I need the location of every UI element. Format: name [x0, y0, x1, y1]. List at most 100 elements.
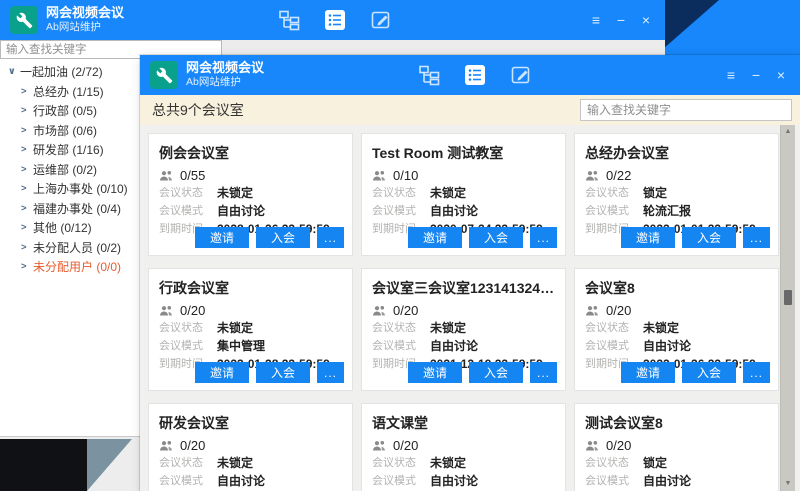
back-toolbar-icons — [278, 9, 392, 31]
status-label: 会议状态 — [159, 456, 217, 471]
app-logo — [10, 6, 38, 34]
scrollbar-thumb[interactable] — [784, 290, 792, 305]
tree-chevron-icon[interactable]: > — [21, 222, 33, 233]
participant-count: 0/20 — [393, 303, 418, 318]
org-tree: ∨ 一起加油 (2/72) > 总经办 (1/15) > 行政部 (0/5) >… — [0, 62, 140, 277]
tree-chevron-icon[interactable]: > — [21, 125, 33, 136]
app-title-block: 网会视频会议 Ab网站维护 — [46, 5, 124, 34]
app-title: 网会视频会议 — [46, 5, 124, 21]
menu-button[interactable]: ≡ — [724, 65, 738, 85]
room-card: 研发会议室 0/20 会议状态 未锁定 会议模式 自由讨论 到期时间 2022-… — [148, 403, 353, 491]
status-row: 会议状态 锁定 — [585, 456, 768, 471]
scroll-down-icon[interactable]: ▼ — [781, 477, 795, 491]
status-row: 会议状态 未锁定 — [159, 456, 342, 471]
room-card: 会议室三会议室123141324141三会... 0/20 会议状态 未锁定 会… — [361, 268, 566, 391]
invite-button[interactable]: 邀请 — [408, 227, 462, 248]
join-button[interactable]: 入会 — [469, 362, 523, 383]
status-label: 会议状态 — [585, 456, 643, 471]
more-button[interactable]: ... — [743, 227, 770, 248]
mode-value: 自由讨论 — [643, 339, 691, 354]
compose-icon[interactable] — [370, 9, 392, 31]
room-list-icon[interactable] — [324, 9, 346, 31]
tree-item-label: 行政部 (0/5) — [33, 102, 97, 119]
join-button[interactable]: 入会 — [256, 362, 310, 383]
status-row: 会议状态 未锁定 — [372, 321, 555, 336]
more-button[interactable]: ... — [743, 362, 770, 383]
minimize-button[interactable]: − — [614, 10, 628, 30]
status-row: 会议状态 未锁定 — [372, 186, 555, 201]
people-icon — [159, 170, 174, 182]
tree-chevron-icon[interactable]: > — [21, 86, 33, 97]
scroll-up-icon[interactable]: ▲ — [781, 125, 795, 139]
participant-count: 0/20 — [180, 303, 205, 318]
participant-count: 0/20 — [393, 438, 418, 453]
compose-icon[interactable] — [510, 64, 532, 86]
tree-chevron-icon[interactable]: > — [21, 261, 33, 272]
org-chart-icon[interactable] — [418, 64, 440, 86]
tree-item-label: 一起加油 (2/72) — [20, 63, 103, 80]
tree-item[interactable]: > 上海办事处 (0/10) — [0, 179, 140, 199]
mode-label: 会议模式 — [159, 204, 217, 219]
participant-count-row: 0/20 — [372, 438, 555, 453]
tree-item[interactable]: > 运维部 (0/2) — [0, 160, 140, 180]
tree-item[interactable]: > 福建办事处 (0/4) — [0, 199, 140, 219]
wrench-icon — [16, 12, 33, 29]
org-chart-icon[interactable] — [278, 9, 300, 31]
more-button[interactable]: ... — [317, 362, 344, 383]
tree-item-label: 市场部 (0/6) — [33, 122, 97, 139]
join-button[interactable]: 入会 — [682, 227, 736, 248]
participant-count-row: 0/20 — [585, 438, 768, 453]
invite-button[interactable]: 邀请 — [195, 362, 249, 383]
tree-item[interactable]: > 总经办 (1/15) — [0, 82, 140, 102]
mode-row: 会议模式 自由讨论 — [585, 474, 768, 489]
more-button[interactable]: ... — [530, 362, 557, 383]
join-button[interactable]: 入会 — [682, 362, 736, 383]
more-button[interactable]: ... — [530, 227, 557, 248]
mode-label: 会议模式 — [585, 474, 643, 489]
tree-item[interactable]: > 市场部 (0/6) — [0, 121, 140, 141]
tree-item-label: 其他 (0/12) — [33, 219, 92, 236]
wrench-icon — [156, 67, 173, 84]
tree-item-label: 运维部 (0/2) — [33, 161, 97, 178]
join-button[interactable]: 入会 — [469, 227, 523, 248]
tree-item[interactable]: > 研发部 (1/16) — [0, 140, 140, 160]
close-button[interactable]: × — [639, 10, 653, 30]
room-card: 语文课堂 0/20 会议状态 未锁定 会议模式 自由讨论 到期时间 2022-0… — [361, 403, 566, 491]
tree-item-label: 福建办事处 (0/4) — [33, 200, 121, 217]
tree-item-label: 上海办事处 (0/10) — [33, 180, 128, 197]
room-grid: 例会会议室 0/55 会议状态 未锁定 会议模式 自由讨论 到期时间 2028-… — [148, 133, 779, 491]
tree-chevron-icon[interactable]: > — [21, 164, 33, 175]
tree-chevron-icon[interactable]: ∨ — [8, 66, 20, 77]
tree-item[interactable]: > 其他 (0/12) — [0, 218, 140, 238]
mode-value: 集中管理 — [217, 339, 265, 354]
minimize-button[interactable]: − — [749, 65, 763, 85]
tree-item-label: 未分配人员 (0/2) — [33, 239, 121, 256]
card-buttons: 邀请 入会 ... — [621, 362, 770, 383]
tree-chevron-icon[interactable]: > — [21, 183, 33, 194]
more-button[interactable]: ... — [317, 227, 344, 248]
tree-chevron-icon[interactable]: > — [21, 242, 33, 253]
tree-chevron-icon[interactable]: > — [21, 105, 33, 116]
invite-button[interactable]: 邀请 — [408, 362, 462, 383]
close-button[interactable]: × — [774, 65, 788, 85]
status-label: 会议状态 — [372, 456, 430, 471]
mode-label: 会议模式 — [372, 204, 430, 219]
participant-count: 0/20 — [180, 438, 205, 453]
invite-button[interactable]: 邀请 — [195, 227, 249, 248]
menu-button[interactable]: ≡ — [589, 10, 603, 30]
invite-button[interactable]: 邀请 — [621, 362, 675, 383]
invite-button[interactable]: 邀请 — [621, 227, 675, 248]
tree-item[interactable]: > 行政部 (0/5) — [0, 101, 140, 121]
tree-chevron-icon[interactable]: > — [21, 144, 33, 155]
tree-item[interactable]: > 未分配人员 (0/2) — [0, 238, 140, 258]
vertical-scrollbar[interactable]: ▲ ▼ — [780, 125, 795, 491]
tree-item[interactable]: > 未分配用户 (0/0) — [0, 257, 140, 277]
desktop-gray-triangle — [87, 439, 132, 491]
tree-chevron-icon[interactable]: > — [21, 203, 33, 214]
join-button[interactable]: 入会 — [256, 227, 310, 248]
tree-item[interactable]: ∨ 一起加油 (2/72) — [0, 62, 140, 82]
card-buttons: 邀请 入会 ... — [195, 362, 344, 383]
room-list-icon[interactable] — [464, 64, 486, 86]
status-label: 会议状态 — [585, 321, 643, 336]
rooms-search-input[interactable] — [580, 99, 792, 121]
